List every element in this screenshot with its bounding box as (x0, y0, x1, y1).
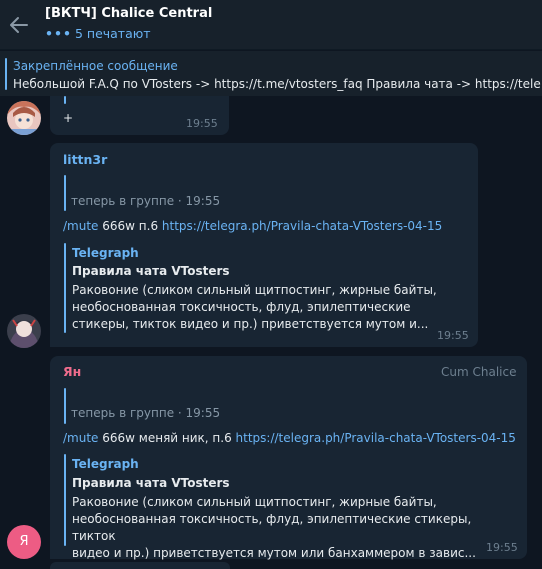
rules-link[interactable]: https://telegra.ph/Pravila-chata-VToster… (162, 219, 442, 233)
chat-header: [ВКТЧ] Chalice Central ••• 5 печатают (0, 0, 542, 50)
rules-link[interactable]: https://telegra.ph/Pravila-chata-VToster… (236, 431, 516, 445)
message-time: 19:55 (486, 541, 518, 554)
anime-avatar-icon (7, 314, 41, 348)
typing-label: 5 печатают (74, 26, 151, 41)
message-time: 19:55 (437, 329, 469, 342)
preview-title: Правила чата VTosters (72, 264, 230, 278)
preview-line: Раковоние (сликом сильный щитпостинг, жи… (72, 495, 437, 509)
preview-bar (64, 454, 66, 546)
message-text: /mute 666w меняй ник, п.6 https://telegr… (63, 431, 516, 445)
next-message-bubble[interactable] (50, 562, 230, 569)
back-arrow-icon[interactable] (8, 14, 30, 36)
anime-avatar-icon (7, 101, 41, 135)
message-bubble[interactable]: Ян Cum Chalice теперь в группе · 19:55 /… (50, 356, 527, 562)
typing-status: ••• 5 печатают (45, 26, 151, 41)
chat-title[interactable]: [ВКТЧ] Chalice Central (45, 6, 212, 21)
pinned-title: Закреплённое сообщение (13, 59, 178, 73)
preview-line: необоснованная токсичность, флуд, эпилеп… (72, 300, 411, 314)
preview-site[interactable]: Telegraph (72, 246, 139, 260)
preview-line: видео и пр.) приветствуется мутом или ба… (72, 546, 476, 560)
quote-bar (64, 96, 66, 104)
preview-line: необоснованная токсичность, флуд, эпилеп… (72, 512, 472, 543)
message-text: + (63, 111, 74, 125)
join-notice: теперь в группе · 19:55 (71, 406, 221, 420)
preview-line: Раковоние (сликом сильный щитпостинг, жи… (72, 283, 437, 297)
preview-title: Правила чата VTosters (72, 476, 230, 490)
avatar[interactable]: Я (7, 525, 41, 559)
pinned-accent-bar (5, 58, 7, 90)
preview-line: стикеры, тикток видео и пр.) приветствуе… (72, 317, 429, 331)
message-bubble[interactable]: littn3r теперь в группе · 19:55 /mute 66… (50, 143, 478, 347)
preview-site[interactable]: Telegraph (72, 457, 139, 471)
pinned-text: Небольшой F.A.Q по VTosters -> https://t… (13, 77, 541, 91)
sender-name[interactable]: Ян (63, 364, 81, 379)
message-text: /mute 666w п.6 https://telegra.ph/Pravil… (63, 219, 442, 233)
join-notice: теперь в группе · 19:55 (71, 194, 221, 208)
sender-name[interactable]: littn3r (63, 152, 107, 167)
preview-description: Раковоние (сликом сильный щитпостинг, жи… (72, 494, 512, 562)
preview-bar (64, 243, 66, 333)
message-text-mid: 666w меняй ник, п.6 (98, 431, 236, 445)
quote-bar (64, 175, 66, 211)
preview-description: Раковоние (сликом сильный щитпостинг, жи… (72, 282, 462, 333)
message-bubble[interactable]: + 19:55 (50, 96, 229, 135)
avatar[interactable] (7, 314, 41, 348)
quote-bar (64, 388, 66, 424)
message-text-mid: 666w п.6 (98, 219, 162, 233)
pinned-message[interactable]: Закреплённое сообщение Небольшой F.A.Q п… (0, 51, 542, 96)
typing-dots-icon: ••• (45, 26, 72, 41)
avatar[interactable] (7, 101, 41, 135)
message-time: 19:55 (186, 117, 218, 130)
mute-command[interactable]: /mute (63, 431, 98, 445)
mute-command[interactable]: /mute (63, 219, 98, 233)
admin-badge: Cum Chalice (441, 365, 517, 379)
